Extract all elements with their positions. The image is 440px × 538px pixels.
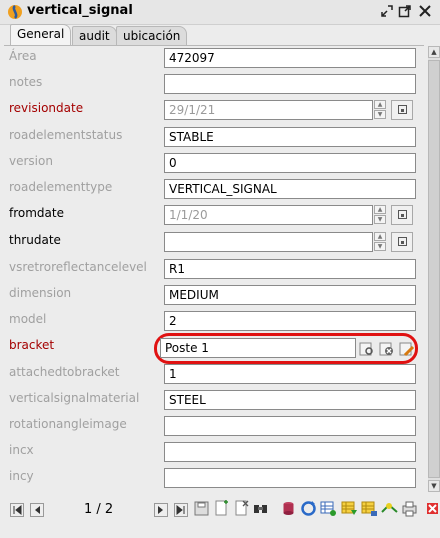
previous-record-icon[interactable] (30, 503, 44, 517)
roadelementstatus-field[interactable]: STABLE (164, 127, 416, 147)
database-icon[interactable] (280, 500, 297, 517)
label-dimension: dimension (9, 286, 72, 300)
tab-bar: General audit ubicación (0, 24, 440, 46)
label-area: Área (9, 49, 37, 63)
vsretroreflectancelevel-field[interactable]: R1 (164, 259, 416, 279)
vertical-scrollbar[interactable]: ▲ ▼ (428, 46, 440, 492)
save-icon[interactable] (193, 500, 210, 517)
close-form-icon[interactable] (424, 500, 440, 517)
label-vsretroreflectancelevel: vsretroreflectancelevel (9, 260, 147, 274)
label-incy: incy (9, 469, 34, 483)
label-thrudate: thrudate (9, 233, 61, 247)
revisiondate-spinner[interactable]: ▲ ▼ (374, 100, 386, 120)
scroll-down-icon[interactable]: ▼ (428, 480, 440, 492)
window-title: vertical_signal (27, 3, 133, 18)
bracket-clear-icon[interactable] (379, 341, 395, 357)
fromdate-spinner[interactable]: ▲ ▼ (374, 205, 386, 225)
incy-field[interactable] (164, 468, 416, 488)
tab-audit[interactable]: audit (72, 26, 117, 45)
version-field[interactable]: 0 (164, 153, 416, 173)
print-icon[interactable] (401, 500, 418, 517)
table-filter-icon[interactable] (341, 500, 358, 517)
label-bracket: bracket (9, 338, 55, 352)
area-field[interactable]: 472097 (164, 48, 416, 68)
tab-general[interactable]: General (10, 24, 72, 45)
verticalsignalmaterial-field[interactable]: STEEL (164, 390, 416, 410)
label-notes: notes (9, 75, 43, 89)
delete-record-icon[interactable] (233, 500, 250, 517)
dimension-field[interactable]: MEDIUM (164, 285, 416, 305)
bracket-search-icon[interactable] (359, 341, 375, 357)
attachedtobracket-field[interactable]: 1 (164, 364, 416, 384)
scrollbar-thumb[interactable] (428, 60, 440, 478)
table-add-icon[interactable] (320, 500, 337, 517)
thrudate-spinner[interactable]: ▲ ▼ (374, 232, 386, 252)
label-attachedtobracket: attachedtobracket (9, 365, 120, 379)
thrudate-field[interactable] (164, 232, 373, 252)
table-link-icon[interactable] (361, 500, 378, 517)
label-incx: incx (9, 443, 34, 457)
label-fromdate: fromdate (9, 206, 64, 220)
model-field[interactable]: 2 (164, 311, 416, 331)
calendar-icon (398, 237, 407, 246)
revisiondate-calendar-button[interactable] (391, 100, 413, 120)
thrudate-calendar-button[interactable] (391, 232, 413, 252)
calendar-icon (398, 210, 407, 219)
maximize-icon[interactable] (398, 4, 412, 18)
label-roadelementtype: roadelementtype (9, 180, 113, 194)
page-indicator: 1 / 2 (84, 502, 114, 517)
window-titlebar: vertical_signal (0, 0, 440, 25)
label-roadelementstatus: roadelementstatus (9, 128, 123, 142)
find-icon[interactable] (252, 500, 269, 517)
scroll-up-icon[interactable]: ▲ (428, 46, 440, 58)
tab-ubicacion[interactable]: ubicación (116, 26, 188, 45)
label-rotationangleimage: rotationangleimage (9, 417, 127, 431)
app-logo-icon (8, 5, 22, 19)
label-verticalsignalmaterial: verticalsignalmaterial (9, 391, 140, 405)
rotationangleimage-field[interactable] (164, 416, 416, 436)
revisiondate-field[interactable]: 29/1/21 (164, 100, 373, 120)
new-record-icon[interactable] (213, 500, 230, 517)
refresh-icon[interactable] (300, 500, 317, 517)
fromdate-calendar-button[interactable] (391, 205, 413, 225)
notes-field[interactable] (164, 74, 416, 94)
incx-field[interactable] (164, 442, 416, 462)
calendar-icon (398, 105, 407, 114)
bracket-field[interactable]: Poste 1 (160, 338, 356, 358)
roadelementtype-field[interactable]: VERTICAL_SIGNAL (164, 179, 416, 199)
zoom-to-icon[interactable] (381, 500, 398, 517)
next-record-icon[interactable] (154, 503, 168, 517)
bracket-edit-icon[interactable] (399, 341, 415, 357)
label-revisiondate: revisiondate (9, 101, 84, 115)
label-model: model (9, 312, 47, 326)
close-icon[interactable] (418, 4, 432, 18)
fromdate-field[interactable]: 1/1/20 (164, 205, 373, 225)
last-record-icon[interactable] (174, 503, 188, 517)
label-version: version (9, 154, 53, 168)
minimize-icon[interactable] (380, 4, 394, 18)
first-record-icon[interactable] (10, 503, 24, 517)
